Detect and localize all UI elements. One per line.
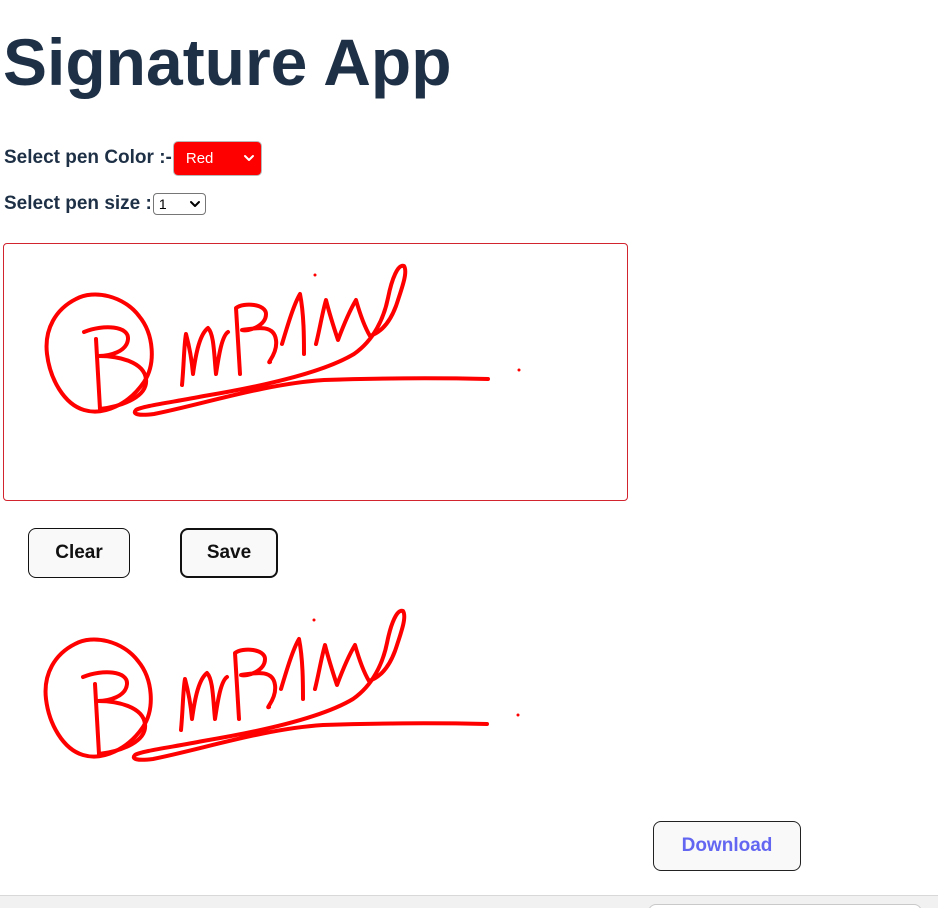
- pen-color-value: Red: [185, 149, 214, 167]
- chevron-down-icon: [189, 201, 200, 207]
- chevron-down-icon: [243, 155, 254, 161]
- save-button[interactable]: Save: [180, 528, 278, 578]
- pen-size-select[interactable]: 1: [152, 193, 206, 215]
- saved-signature-drawing: [43, 608, 520, 762]
- pen-color-label: Select pen Color :-: [4, 147, 172, 168]
- pen-size-label: Select pen size :: [4, 193, 152, 214]
- signature-app-page: Signature App Select pen Color :- Red Se…: [0, 0, 938, 908]
- signature-canvas[interactable]: [3, 243, 628, 501]
- pen-size-row: Select pen size : 1: [4, 191, 206, 217]
- browser-bottom-bar: [0, 895, 938, 908]
- saved-signature-image: [3, 603, 628, 793]
- pen-color-select[interactable]: Red: [172, 140, 262, 176]
- download-button[interactable]: Download: [653, 821, 801, 871]
- page-title: Signature App: [3, 25, 452, 99]
- bottom-bar-pill: [648, 904, 922, 908]
- clear-button[interactable]: Clear: [28, 528, 130, 578]
- pen-color-row: Select pen Color :- Red: [4, 140, 262, 176]
- signature-drawing: [44, 263, 521, 417]
- pen-size-value: 1: [158, 196, 167, 212]
